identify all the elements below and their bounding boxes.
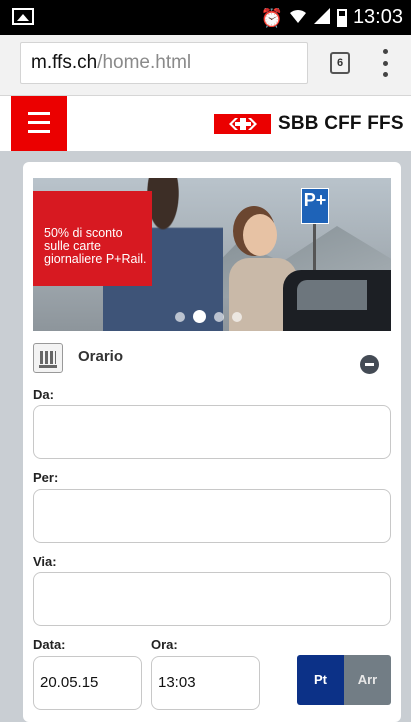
timetable-title: Orario (78, 348, 124, 365)
status-bar: ⏰ 13:03 (0, 0, 411, 35)
departure-arrival-toggle: Pt Arr (297, 655, 391, 705)
time-input[interactable]: 13:03 (151, 656, 260, 710)
collapse-icon[interactable] (360, 355, 379, 374)
via-input[interactable] (33, 572, 391, 626)
sbb-arrow-icon (214, 114, 271, 134)
hamburger-icon[interactable] (11, 96, 67, 151)
image-icon (12, 8, 34, 25)
signal-icon (313, 7, 331, 29)
arrival-button[interactable]: Arr (344, 655, 391, 705)
url-path: /home.html (97, 52, 192, 73)
logo-text: SBB CFF FFS (278, 113, 404, 134)
wifi-icon (289, 7, 307, 29)
departure-button[interactable]: Pt (297, 655, 344, 705)
browser-toolbar: m.ffs.ch/home.html 6 (0, 35, 411, 96)
parking-sign-pole (313, 222, 316, 272)
status-icons: ⏰ 13:03 (261, 6, 403, 29)
url-host: m.ffs.ch (31, 52, 98, 73)
via-label: Via: (33, 554, 57, 569)
from-label: Da: (33, 387, 54, 402)
carousel-dot[interactable] (214, 311, 224, 322)
from-input[interactable] (33, 405, 391, 459)
carousel-dot[interactable] (232, 311, 242, 322)
promo-text: 50% di sconto sulle carte giornaliere P+… (44, 226, 147, 266)
promo-box[interactable]: 50% di sconto sulle carte giornaliere P+… (33, 191, 152, 286)
address-bar[interactable]: m.ffs.ch/home.html (20, 42, 308, 84)
parking-sign-icon: P+ (301, 188, 329, 224)
carousel-dot-active[interactable] (193, 310, 206, 323)
battery-icon (336, 8, 347, 27)
date-input[interactable]: 20.05.15 (33, 656, 142, 710)
carousel-dot[interactable] (175, 311, 185, 322)
banner-car (283, 270, 391, 331)
tabs-button[interactable]: 6 (330, 52, 350, 74)
clock: 13:03 (352, 6, 403, 28)
overflow-menu-icon[interactable] (380, 49, 390, 77)
sbb-logo[interactable]: SBB CFF FFS (214, 113, 404, 135)
to-label: Per: (33, 470, 59, 485)
carousel-indicators (175, 310, 242, 323)
timetable-icon (33, 343, 63, 373)
tab-count: 6 (336, 57, 344, 69)
alarm-icon: ⏰ (260, 7, 283, 28)
site-header: SBB CFF FFS (0, 96, 411, 151)
time-label: Ora: (151, 637, 178, 652)
to-input[interactable] (33, 489, 391, 543)
timetable-header[interactable]: Orario (33, 343, 391, 374)
date-label: Data: (33, 637, 66, 652)
